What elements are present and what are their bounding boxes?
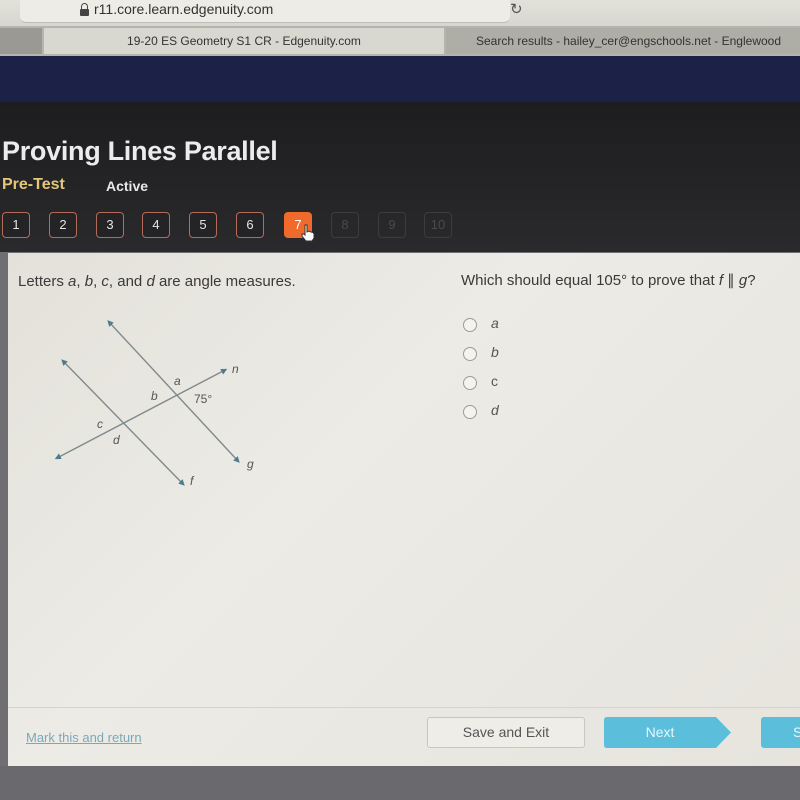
save-and-exit-button[interactable]: Save and Exit: [427, 717, 585, 748]
app-navbar: [0, 56, 800, 102]
question-text: Which should equal 105° to prove that f …: [461, 272, 756, 289]
footer-divider: [8, 707, 800, 708]
question-button-4[interactable]: 4: [142, 212, 170, 238]
radio-button[interactable]: [463, 405, 477, 419]
option-c[interactable]: c: [463, 373, 543, 395]
question-button-2[interactable]: 2: [49, 212, 77, 238]
reload-icon[interactable]: ↻: [510, 0, 523, 18]
url-text[interactable]: r11.core.learn.edgenuity.com: [94, 1, 273, 17]
tab-blank[interactable]: [0, 28, 42, 54]
option-a[interactable]: a: [463, 315, 543, 337]
question-button-10: 10: [424, 212, 452, 238]
question-button-5[interactable]: 5: [189, 212, 217, 238]
next-label: Next: [645, 724, 675, 740]
option-label: a: [491, 315, 499, 331]
question-button-9: 9: [378, 212, 406, 238]
radio-button[interactable]: [463, 318, 477, 332]
question-button-6[interactable]: 6: [236, 212, 264, 238]
lock-icon: [80, 3, 89, 16]
question-button-1[interactable]: 1: [2, 212, 30, 238]
address-bar[interactable]: r11.core.learn.edgenuity.com ↻: [20, 0, 523, 23]
option-label: c: [491, 373, 498, 389]
browser-tab-bar: 19-20 ES Geometry S1 CR - Edgenuity.com …: [0, 26, 800, 56]
next-button[interactable]: Next: [604, 717, 732, 748]
option-label: d: [491, 402, 499, 418]
activity-type: Pre-Test: [2, 176, 65, 193]
submit-button[interactable]: S: [761, 717, 800, 748]
question-card: [8, 253, 800, 766]
page-title: Proving Lines Parallel: [2, 136, 278, 166]
tab-geometry[interactable]: 19-20 ES Geometry S1 CR - Edgenuity.com: [44, 28, 444, 54]
radio-button[interactable]: [463, 376, 477, 390]
status-label: Active: [106, 178, 149, 194]
question-button-8: 8: [331, 212, 359, 238]
tab-search-results[interactable]: Search results - hailey_cer@engschools.n…: [446, 28, 800, 54]
mark-and-return-link[interactable]: Mark this and return: [26, 730, 142, 745]
hand-cursor-icon: [301, 224, 315, 242]
option-d[interactable]: d: [463, 402, 543, 424]
question-button-3[interactable]: 3: [96, 212, 124, 238]
browser-toolbar: r11.core.learn.edgenuity.com ↻: [0, 0, 800, 26]
radio-button[interactable]: [463, 347, 477, 361]
screen-bezel: [0, 766, 800, 800]
option-b[interactable]: b: [463, 344, 543, 366]
question-prompt: Letters a, b, c, and d are angle measure…: [18, 273, 296, 290]
option-label: b: [491, 344, 499, 360]
